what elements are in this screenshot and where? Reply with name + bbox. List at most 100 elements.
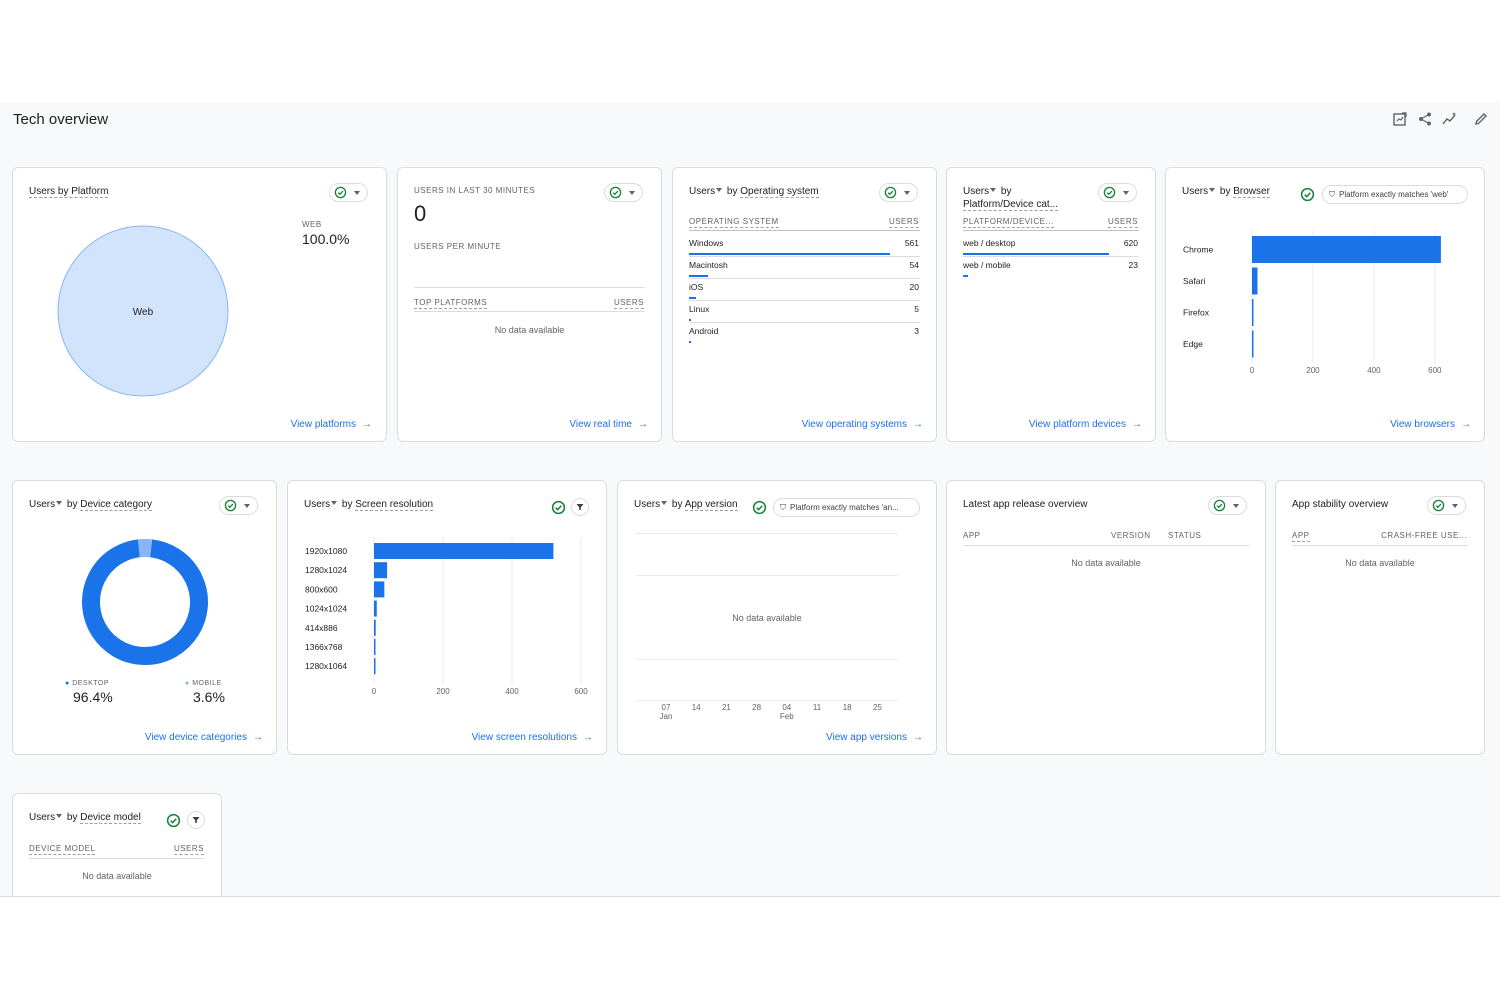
metric-label[interactable]: Users — [29, 812, 55, 823]
dimension-link[interactable]: Screen resolution — [355, 499, 434, 511]
app-stability-card: App stability overview APP CRASH-FREE US… — [1275, 480, 1485, 755]
compare-pill[interactable] — [1427, 496, 1466, 515]
dimension-link[interactable]: Browser — [1233, 186, 1270, 198]
col-header: TOP PLATFORMS — [414, 298, 488, 309]
metric-label[interactable]: Users — [634, 499, 660, 510]
row-bar — [689, 297, 696, 299]
filter-icon: ⛉ — [1329, 189, 1335, 199]
bar[interactable] — [374, 562, 388, 579]
dropdown-arrow-icon — [629, 190, 635, 195]
card-title: App stability overview — [1292, 499, 1389, 510]
bar[interactable] — [374, 581, 385, 598]
x-tick-label: 400 — [505, 687, 519, 696]
edit-report-icon[interactable] — [1390, 109, 1410, 129]
dimension-link[interactable]: Platform/Device cat... — [963, 199, 1059, 211]
card-title: Latest app release overview — [963, 499, 1088, 510]
legend-label: ● DESKTOP — [65, 680, 110, 687]
tick-day: 04 — [782, 703, 792, 712]
view-device-categories-link[interactable]: View device categories → — [145, 732, 263, 743]
gridline — [636, 575, 898, 576]
metric-label[interactable]: Users — [689, 186, 715, 197]
dimension-link[interactable]: Operating system — [740, 186, 819, 198]
link-label: View device categories — [144, 732, 247, 743]
no-data-text: No data available — [1345, 558, 1415, 568]
dimension-link[interactable]: App version — [684, 499, 738, 511]
compare-pill[interactable] — [1208, 496, 1247, 515]
metric-label[interactable]: Users — [29, 499, 55, 510]
legend-label-text: MOBILE — [192, 680, 222, 687]
card-title: Users by Screen resolution — [304, 498, 434, 511]
card-title: Users by Browser — [1182, 185, 1270, 198]
row-divider — [689, 322, 920, 323]
compare-pill[interactable] — [604, 183, 643, 202]
browser-card: Users by Browser ⛉ Platform exactly match… — [1165, 167, 1485, 442]
view-platforms-link[interactable]: View platforms → — [291, 419, 372, 430]
donut-slice-desktop[interactable] — [82, 539, 208, 665]
row-label: Linux — [689, 304, 710, 314]
filter-text: Platform exactly matches 'an... — [790, 503, 899, 512]
link-label: View browsers — [1390, 419, 1455, 430]
check-circle-icon[interactable] — [1300, 187, 1315, 202]
legend-mobile: ● MOBILE 3.6% — [185, 680, 245, 705]
insights-icon[interactable] — [1440, 109, 1460, 129]
check-circle-icon — [224, 499, 237, 512]
device-category-card: Users by Device category ● DESKTOP 96.4%… — [12, 480, 277, 755]
compare-pill[interactable] — [219, 496, 258, 515]
view-app-versions-link[interactable]: View app versions → — [826, 732, 923, 743]
x-tick-label: 28 — [747, 703, 767, 712]
bar[interactable] — [374, 658, 376, 675]
dimension-link[interactable]: Device model — [80, 812, 141, 824]
row-value: 23 — [1128, 260, 1138, 270]
gridline — [636, 700, 898, 701]
category-label: 414x886 — [305, 623, 338, 633]
share-icon[interactable] — [1415, 109, 1435, 129]
card-title: Users by Device model — [29, 811, 141, 824]
compare-pill[interactable] — [329, 183, 368, 202]
bar[interactable] — [374, 543, 554, 559]
view-platform-devices-link[interactable]: View platform devices → — [1029, 419, 1142, 430]
bar[interactable] — [1252, 299, 1254, 326]
filter-chip[interactable]: ⛉ Platform exactly matches 'web' — [1322, 185, 1468, 204]
check-circle-icon[interactable] — [166, 813, 181, 828]
metric-label[interactable]: Users — [1182, 186, 1208, 197]
row-bar — [689, 319, 691, 321]
compare-pill[interactable] — [1098, 183, 1137, 202]
filter-chip[interactable]: ⛉ Platform exactly matches 'an... — [773, 498, 920, 517]
row-label: iOS — [689, 282, 704, 292]
metric-dropdown-icon — [990, 188, 997, 193]
card-title: Users by Operating system — [689, 185, 819, 198]
no-data-text: No data available — [1071, 558, 1141, 568]
pencil-icon[interactable] — [1471, 109, 1491, 129]
divider — [1292, 545, 1468, 546]
x-tick-label: 600 — [574, 687, 588, 696]
bar[interactable] — [1252, 236, 1441, 263]
view-operating-systems-link[interactable]: View operating systems → — [802, 419, 923, 430]
tick-day: 11 — [812, 703, 822, 712]
row-bar — [689, 275, 708, 277]
realtime-count: 0 — [414, 201, 427, 226]
filter-icon[interactable] — [187, 811, 205, 829]
compare-pill[interactable] — [879, 183, 918, 202]
bar[interactable] — [374, 639, 376, 655]
check-circle-icon[interactable] — [551, 500, 566, 515]
screen-resolution-card: Users by Screen resolution 0 200 400 600 192… — [287, 480, 607, 755]
bar[interactable] — [1252, 267, 1258, 295]
filter-icon[interactable] — [571, 498, 589, 516]
tick-day: 18 — [842, 703, 852, 712]
check-circle-icon[interactable] — [752, 500, 767, 515]
dimension-link[interactable]: Device category — [80, 499, 152, 511]
view-screen-resolutions-link[interactable]: View screen resolutions → — [472, 732, 593, 743]
check-circle-icon — [1103, 186, 1116, 199]
divider — [963, 230, 1139, 231]
col-header: OPERATING SYSTEM — [689, 217, 779, 228]
bar[interactable] — [374, 600, 377, 617]
metric-label[interactable]: Users — [304, 499, 330, 510]
bar[interactable] — [374, 619, 376, 636]
dimension-link[interactable]: Users by Platform — [29, 186, 109, 198]
by-text: by — [1219, 186, 1231, 197]
view-real-time-link[interactable]: View real time → — [569, 419, 648, 430]
x-tick-label: 25 — [867, 703, 887, 712]
bar[interactable] — [1252, 330, 1254, 358]
view-browsers-link[interactable]: View browsers → — [1390, 419, 1471, 430]
metric-label[interactable]: Users — [963, 186, 989, 197]
